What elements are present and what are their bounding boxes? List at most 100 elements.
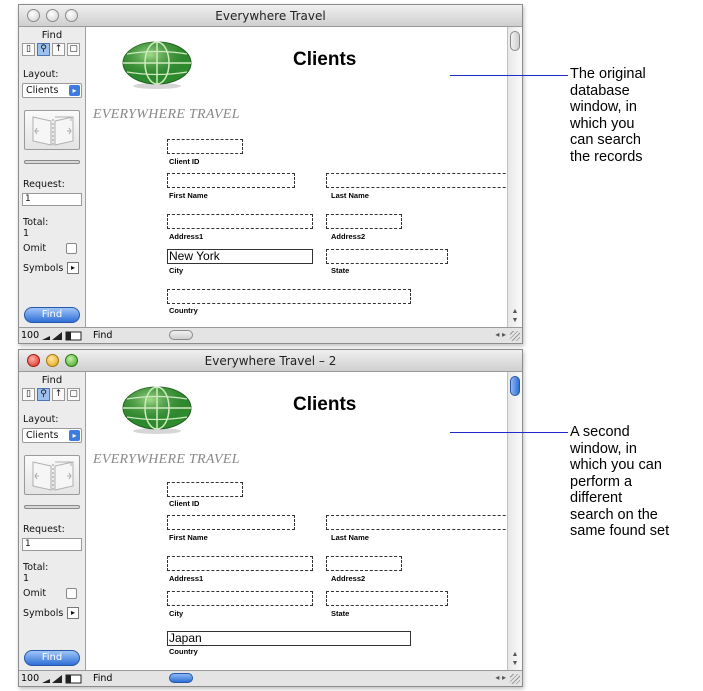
city-label: City [169,266,184,275]
zoom-level[interactable]: 100 [21,330,39,341]
address2-field[interactable] [326,214,402,229]
layout-popup-value: Clients [26,430,59,441]
total-label: Total: [23,217,49,228]
database-window-original: Everywhere Travel Find ▯ ⚲ ↑ ▢ Layout: C… [18,4,523,344]
state-label: State [331,609,350,618]
client-id-label: Client ID [169,499,200,508]
client-id-field[interactable] [167,482,243,497]
address1-label: Address1 [169,574,204,583]
book-icon[interactable] [24,110,80,150]
address1-field[interactable] [167,214,313,229]
symbols-popup-arrow-icon[interactable]: ▸ [67,607,79,619]
zoom-level[interactable]: 100 [21,673,39,684]
layout-mode-icon[interactable]: ↑ [52,43,65,56]
popup-arrow-icon: ▸ [69,430,80,441]
book-icon[interactable] [24,455,80,495]
city-field[interactable] [167,591,313,606]
figure: Everywhere Travel Find ▯ ⚲ ↑ ▢ Layout: C… [0,0,703,691]
mode-popup[interactable]: Find [93,673,112,684]
resize-grip-icon[interactable] [510,674,520,684]
window-title: Everywhere Travel – 2 [204,354,337,368]
country-field[interactable]: Japan [167,631,411,646]
request-number-field[interactable]: 1 [22,538,82,551]
preview-mode-icon[interactable]: ▢ [67,388,80,401]
layout-popup-value: Clients [26,85,59,96]
resize-grip-icon[interactable] [510,331,520,341]
horizontal-scroll-thumb[interactable] [169,330,193,340]
mode-icons: ▯ ⚲ ↑ ▢ [22,43,82,56]
state-field[interactable] [326,591,448,606]
first-name-label: First Name [169,191,208,200]
address2-label: Address2 [331,574,366,583]
layout-title: Clients [293,394,357,415]
layout-title: Clients [293,49,357,70]
title-bar[interactable]: Everywhere Travel [19,5,522,27]
preview-mode-icon[interactable]: ▢ [67,43,80,56]
address1-label: Address1 [169,232,204,241]
mode-icons: ▯ ⚲ ↑ ▢ [22,388,82,401]
symbols-popup-arrow-icon[interactable]: ▸ [67,262,79,274]
bottom-bar: 100 Find ◂ ▸ [19,327,522,343]
country-field[interactable] [167,289,411,304]
last-name-field[interactable] [326,515,507,530]
find-mode-icon[interactable]: ⚲ [37,43,50,56]
city-field[interactable]: New York [167,249,313,264]
callout-original-window: The original database window, in which y… [570,66,646,165]
status-area: Find ▯ ⚲ ↑ ▢ Layout: Clients ▸ Request: … [19,372,86,670]
layout-mode-icon[interactable]: ↑ [52,388,65,401]
last-name-label: Last Name [331,533,369,542]
omit-checkbox[interactable] [66,243,77,254]
address2-field[interactable] [326,556,402,571]
vertical-scrollbar[interactable]: ▲ ▼ [507,27,522,327]
omit-checkbox[interactable] [66,588,77,599]
total-label: Total: [23,562,49,573]
browse-mode-icon[interactable]: ▯ [22,388,35,401]
layout-label: Layout: [23,69,59,80]
horizontal-scroll-arrows-icon[interactable]: ◂ ▸ [495,330,506,339]
find-mode-icon[interactable]: ⚲ [37,388,50,401]
address1-field[interactable] [167,556,313,571]
globe-logo-icon [121,39,193,91]
horizontal-scroll-arrows-icon[interactable]: ◂ ▸ [495,673,506,682]
record-slider[interactable] [24,505,80,509]
vertical-scroll-thumb[interactable] [510,31,520,51]
country-label: Country [169,647,198,656]
vertical-scrollbar[interactable]: ▲ ▼ [507,372,522,670]
vertical-scroll-thumb[interactable] [510,376,520,396]
layout-label: Layout: [23,414,59,425]
company-name: EVERYWHERE TRAVEL [93,107,240,122]
title-bar[interactable]: Everywhere Travel – 2 [19,350,522,372]
first-name-label: First Name [169,533,208,542]
client-id-field[interactable] [167,139,243,154]
zoom-controls-icon[interactable] [41,331,83,341]
request-label: Request: [23,179,65,190]
layout-popup[interactable]: Clients ▸ [22,428,82,443]
browse-mode-icon[interactable]: ▯ [22,43,35,56]
layout-popup[interactable]: Clients ▸ [22,83,82,98]
find-button[interactable]: Find [24,307,80,323]
database-window-second: Everywhere Travel – 2 Find ▯ ⚲ ↑ ▢ Layou… [18,349,523,687]
client-id-label: Client ID [169,157,200,166]
status-area: Find ▯ ⚲ ↑ ▢ Layout: Clients ▸ Request: … [19,27,86,327]
symbols-label: Symbols [23,608,64,619]
state-field[interactable] [326,249,448,264]
find-button[interactable]: Find [24,650,80,666]
globe-logo-icon [121,384,193,436]
first-name-field[interactable] [167,515,295,530]
zoom-controls-icon[interactable] [41,674,83,684]
total-value: 1 [23,573,30,584]
last-name-field[interactable] [326,173,507,188]
mode-label: Find [41,375,63,386]
request-number-field[interactable]: 1 [22,193,82,206]
callout-line-original [450,75,568,76]
layout-content: EVERYWHERE TRAVEL Clients Client ID Firs… [87,27,507,327]
state-label: State [331,266,350,275]
scroll-arrows-icon[interactable]: ▲ ▼ [510,307,520,325]
popup-arrow-icon: ▸ [69,85,80,96]
mode-popup[interactable]: Find [93,330,112,341]
first-name-field[interactable] [167,173,295,188]
horizontal-scroll-thumb[interactable] [169,673,193,683]
scroll-arrows-icon[interactable]: ▲ ▼ [510,650,520,668]
callout-second-window: A second window, in which you can perfor… [570,424,670,539]
record-slider[interactable] [24,160,80,164]
